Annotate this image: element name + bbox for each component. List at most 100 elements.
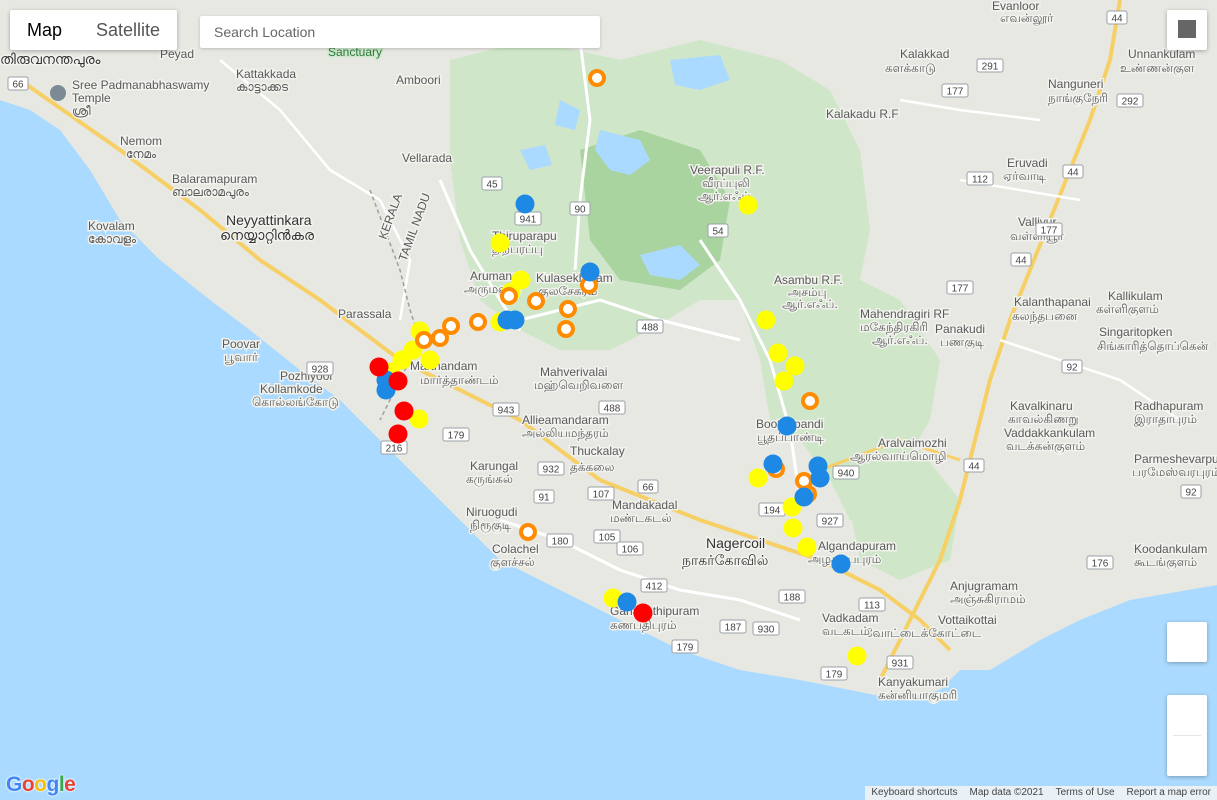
road-shield: 932 (537, 461, 565, 476)
road-shield: 488 (636, 319, 664, 334)
red-marker[interactable] (388, 424, 408, 444)
yellow-marker[interactable] (756, 310, 776, 330)
street-view-button[interactable] (1167, 622, 1207, 662)
road-shield: 179 (820, 666, 848, 681)
road-shield-label: 216 (386, 444, 403, 455)
red-marker[interactable] (394, 401, 414, 421)
orange-ring-marker[interactable] (431, 329, 449, 347)
blue-marker[interactable] (763, 454, 783, 474)
yellow-marker[interactable] (847, 646, 867, 666)
place-label: காவல்கிணறு (1008, 412, 1079, 427)
keyboard-shortcuts-link[interactable]: Keyboard shortcuts (865, 786, 963, 800)
orange-ring-marker[interactable] (527, 292, 545, 310)
place-label: Vellarada (402, 151, 452, 165)
road-shield-label: 187 (725, 623, 742, 634)
road-shield-label: 179 (677, 643, 694, 654)
road-shield: 177 (946, 280, 974, 295)
place-label: Vaddakkankulam (1004, 426, 1095, 440)
place-label: ஆர்.எஃப். (782, 297, 838, 311)
zoom-in-button[interactable] (1167, 695, 1207, 735)
fullscreen-button[interactable] (1167, 10, 1207, 50)
place-label: Kalakadu R.F (826, 107, 899, 121)
city-label: തിരുവനന്തപുരം (0, 51, 101, 68)
yellow-marker[interactable] (768, 343, 788, 363)
place-label: மண்டகடல் (610, 511, 672, 525)
report-error-link[interactable]: Report a map error (1121, 786, 1217, 800)
blue-marker[interactable] (515, 194, 535, 214)
blue-marker[interactable] (580, 262, 600, 282)
road-shield: 44 (1106, 10, 1128, 25)
yellow-marker[interactable] (783, 518, 803, 538)
road-shield-label: 45 (486, 180, 498, 191)
red-marker[interactable] (388, 371, 408, 391)
place-label: நிரூகுடி (470, 518, 512, 533)
place-label: Balaramapuram (172, 172, 257, 186)
road-shield: 940 (832, 465, 860, 480)
red-marker[interactable] (633, 603, 653, 623)
road-shield-label: 488 (642, 323, 659, 334)
red-marker[interactable] (369, 357, 389, 377)
road-shield-label: 179 (448, 431, 465, 442)
map-type-map-button[interactable]: Map (10, 10, 79, 50)
place-label: Thuckalay (570, 444, 625, 458)
place-label: Kovalam (88, 219, 135, 233)
road-shield-label: 292 (1122, 97, 1139, 108)
orange-ring-marker[interactable] (500, 287, 518, 305)
place-label: மார்த்தாண்டம் (420, 373, 499, 387)
road-shield: 112 (966, 171, 994, 186)
road-shield: 179 (442, 427, 470, 442)
road-shield-label: 176 (1092, 559, 1109, 570)
road-shield-label: 930 (758, 625, 775, 636)
place-label: இராதாபுரம் (1134, 412, 1197, 427)
place-label: Kalanthapanai (1014, 295, 1091, 309)
orange-ring-marker[interactable] (519, 523, 537, 541)
place-label: வடக்கன்குளம் (1006, 439, 1085, 453)
place-label: கள்ளிகுளம் (1096, 302, 1159, 316)
road-shield: 45 (481, 176, 503, 191)
temple-icon (50, 85, 66, 101)
place-label: Vadkadam (822, 611, 878, 625)
blue-marker[interactable] (617, 592, 637, 612)
terms-link[interactable]: Terms of Use (1050, 786, 1121, 800)
place-label: Panakudi (935, 322, 985, 336)
yellow-marker[interactable] (774, 371, 794, 391)
blue-marker[interactable] (505, 310, 525, 330)
orange-ring-marker[interactable] (557, 320, 575, 338)
yellow-marker[interactable] (490, 233, 510, 253)
orange-ring-marker[interactable] (588, 69, 606, 87)
blue-marker[interactable] (810, 468, 830, 488)
map[interactable]: KERALA TAMIL NADU Evanloor எவன்லூர் Unnank… (0, 0, 1217, 800)
search-input[interactable] (200, 16, 600, 48)
place-label: அஞ்சுகிராமம் (950, 592, 1026, 607)
road-shield-label: 179 (826, 670, 843, 681)
road-shield: 194 (758, 502, 786, 517)
road-shield: 92 (1180, 484, 1202, 499)
road-shield-label: 66 (12, 80, 24, 91)
orange-ring-marker[interactable] (559, 300, 577, 318)
road-shield: 292 (1116, 93, 1144, 108)
basemap[interactable]: KERALA TAMIL NADU Evanloorஎவன்லூர்Unnank… (0, 0, 1217, 800)
place-label: കോവളം (88, 232, 137, 246)
yellow-marker[interactable] (797, 537, 817, 557)
blue-marker[interactable] (831, 554, 851, 574)
yellow-marker[interactable] (748, 468, 768, 488)
road-shield-label: 194 (764, 506, 781, 517)
orange-ring-marker[interactable] (469, 313, 487, 331)
place-label: Marthandam (410, 359, 477, 373)
zoom-out-button[interactable] (1167, 736, 1207, 776)
orange-ring-marker[interactable] (442, 317, 460, 335)
yellow-marker[interactable] (738, 195, 758, 215)
place-label: Eruvadi (1007, 156, 1048, 170)
orange-ring-marker[interactable] (801, 392, 819, 410)
road-shield-label: 291 (982, 62, 999, 73)
blue-marker[interactable] (777, 416, 797, 436)
place-label: குளச்சல் (490, 555, 535, 569)
blue-marker[interactable] (794, 487, 814, 507)
map-type-satellite-button[interactable]: Satellite (79, 10, 177, 50)
road-shield-label: 44 (1015, 256, 1027, 267)
place-label: Aralvaimozhi (878, 436, 947, 450)
road-shield-label: 112 (972, 175, 988, 186)
yellow-marker[interactable] (420, 350, 440, 370)
road-shield: 66 (7, 76, 29, 91)
orange-ring-marker[interactable] (415, 331, 433, 349)
